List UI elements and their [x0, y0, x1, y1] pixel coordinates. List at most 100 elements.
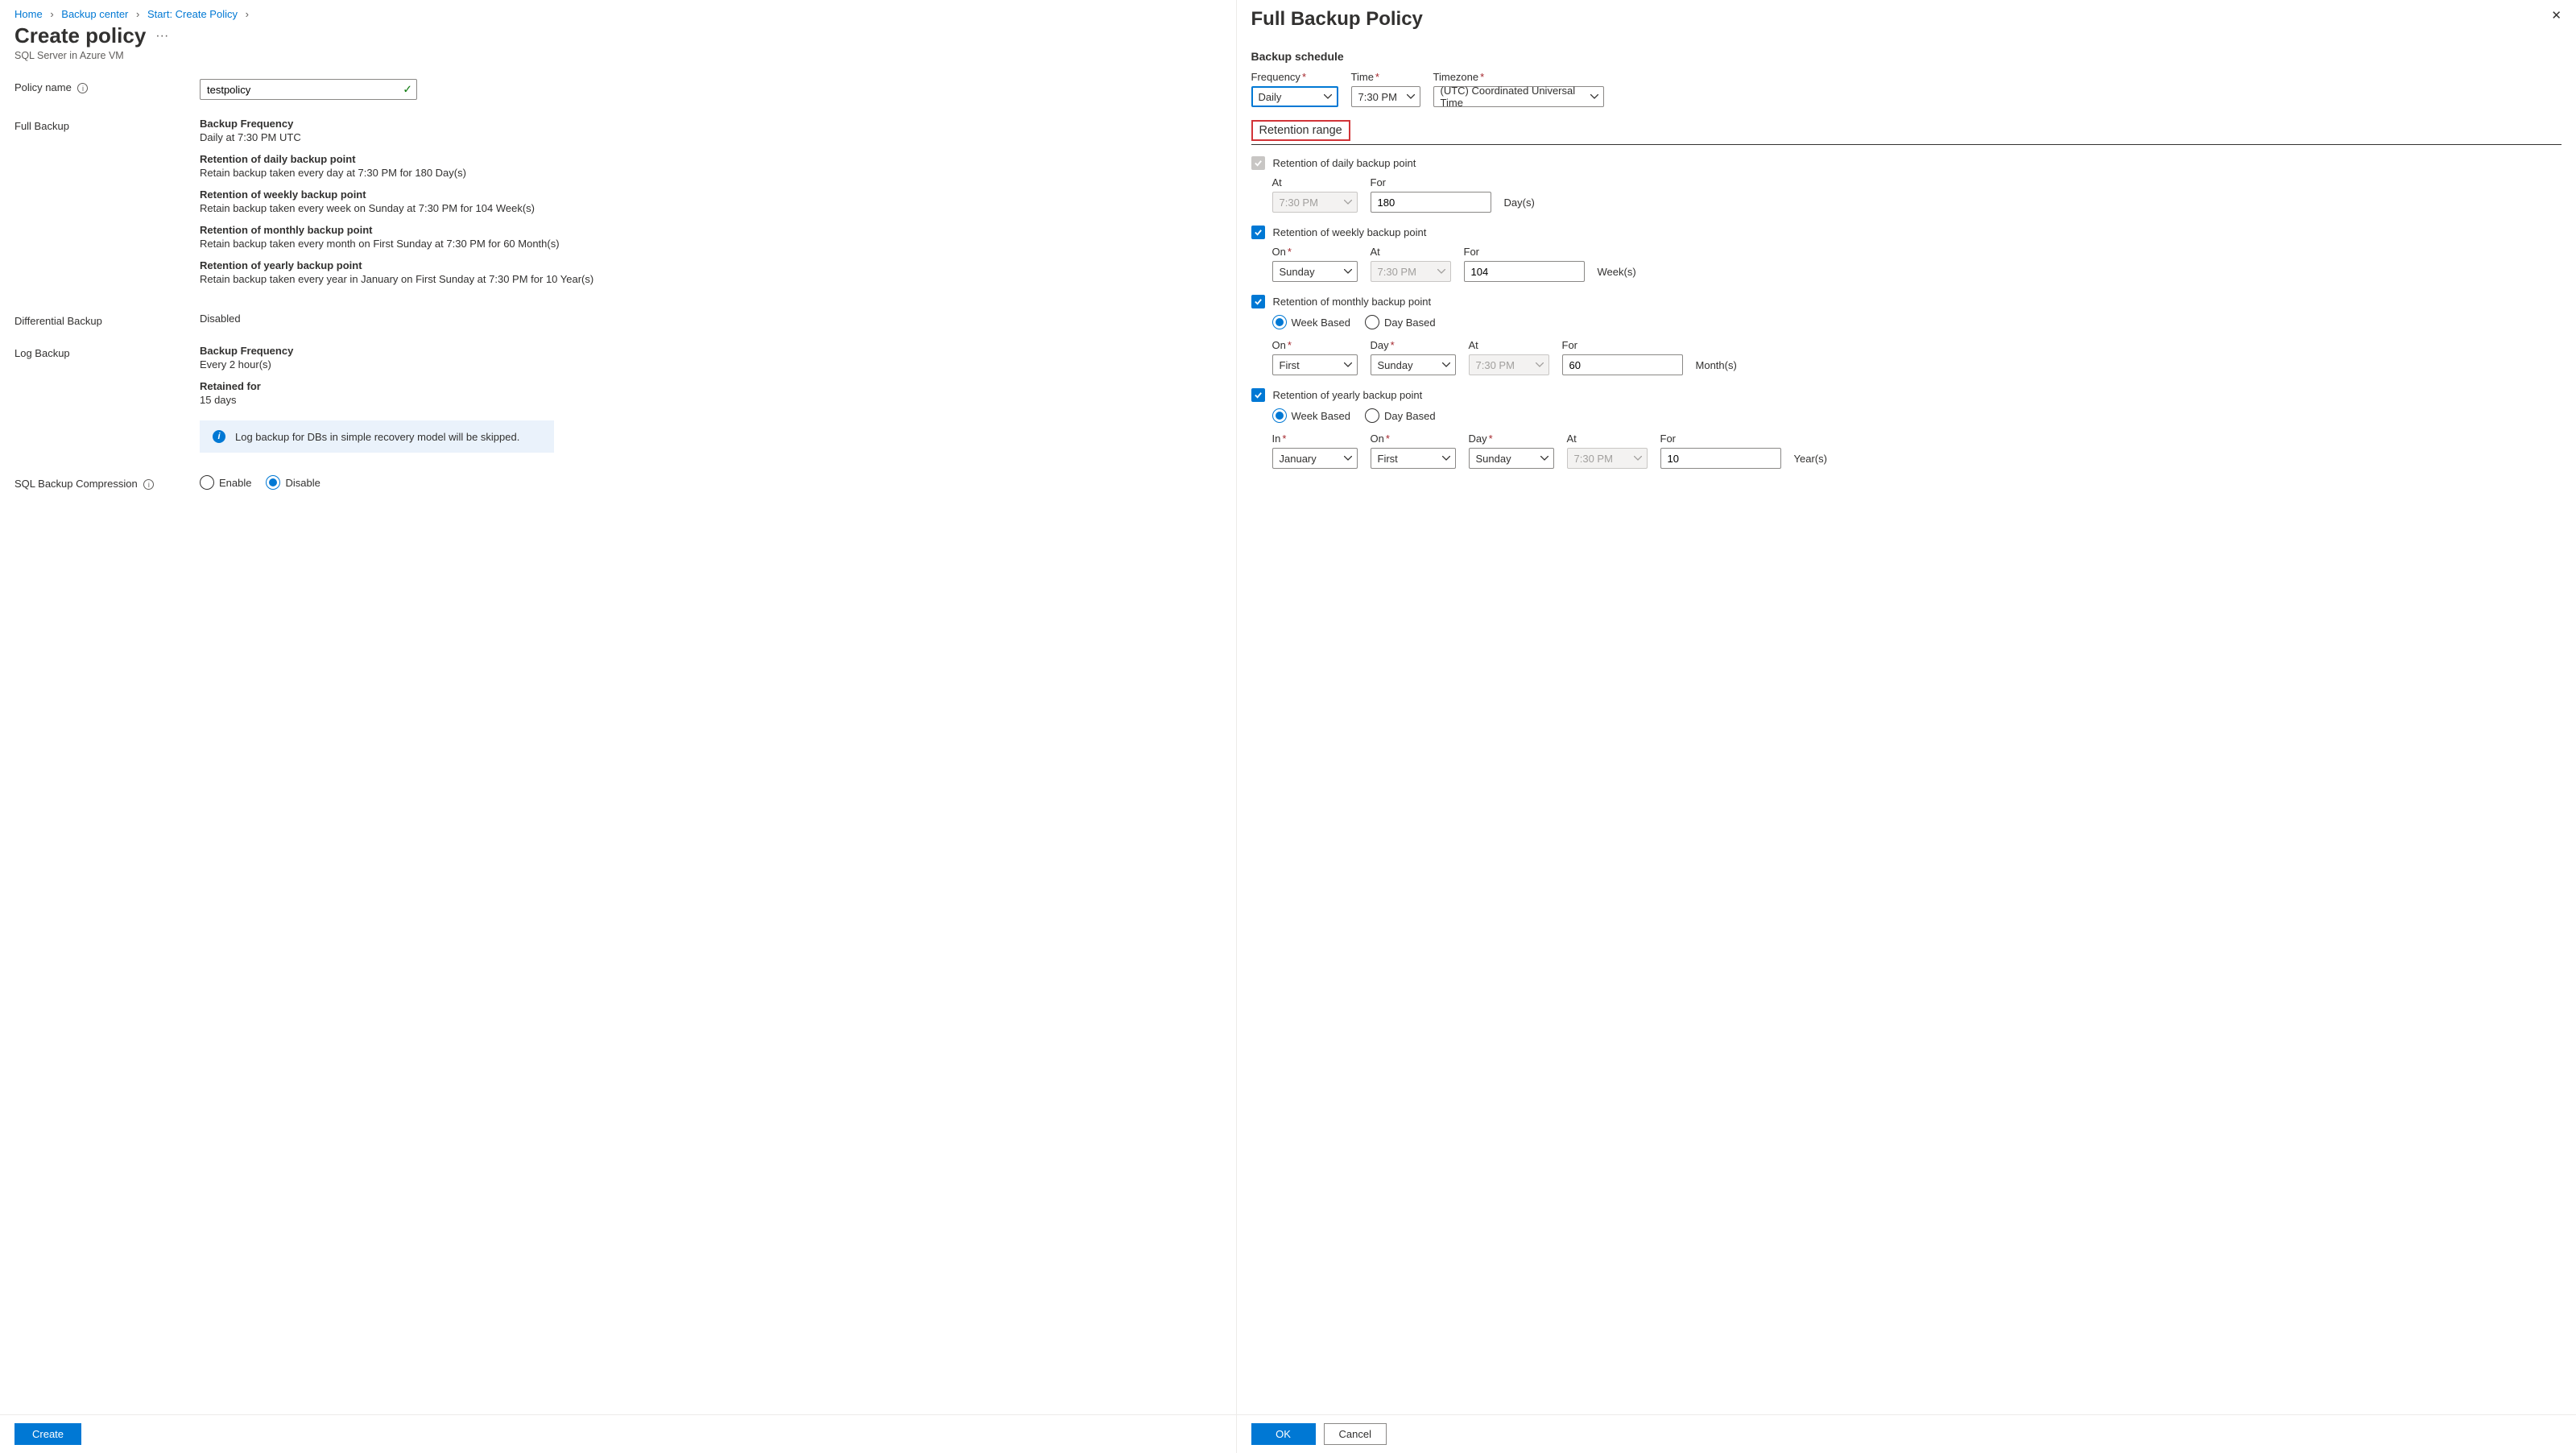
time-label: Time*	[1351, 71, 1420, 83]
chevron-right-icon: ›	[50, 8, 53, 20]
backup-schedule-heading: Backup schedule	[1251, 50, 2562, 63]
timezone-select[interactable]: (UTC) Coordinated Universal Time	[1433, 86, 1604, 107]
weekly-for-label: For	[1464, 246, 1585, 258]
weekly-unit: Week(s)	[1598, 266, 1636, 282]
yearly-retention-label: Retention of yearly backup point	[1273, 389, 1423, 401]
breadcrumb-backup-center[interactable]: Backup center	[61, 8, 128, 20]
check-icon	[1254, 297, 1263, 306]
right-footer: OK Cancel	[1237, 1414, 2576, 1453]
check-icon	[1254, 228, 1263, 237]
monthly-day-select[interactable]: Sunday	[1371, 354, 1456, 375]
yearly-for-input[interactable]	[1660, 448, 1781, 469]
chevron-down-icon	[1344, 362, 1352, 367]
chevron-down-icon	[1344, 200, 1352, 205]
info-banner-text: Log backup for DBs in simple recovery mo…	[235, 431, 519, 443]
differential-backup-value: Disabled	[200, 313, 1222, 325]
weekly-for-input[interactable]	[1464, 261, 1585, 282]
yearly-in-label: In*	[1272, 433, 1358, 445]
yearly-retention-checkbox[interactable]	[1251, 388, 1265, 402]
monthly-unit: Month(s)	[1696, 359, 1737, 375]
daily-retention-checkbox	[1251, 156, 1265, 170]
more-icon[interactable]: ···	[155, 29, 168, 43]
yearly-unit: Year(s)	[1794, 453, 1827, 469]
check-icon	[1254, 391, 1263, 399]
chevron-down-icon	[1540, 456, 1548, 461]
page-title: Create policy	[14, 23, 146, 48]
full-backup-label: Full Backup	[14, 118, 200, 132]
chevron-down-icon	[1324, 94, 1332, 99]
page-subtitle: SQL Server in Azure VM	[0, 48, 1236, 76]
chevron-right-icon: ›	[136, 8, 139, 20]
chevron-down-icon	[1590, 94, 1598, 99]
log-backup-label: Log Backup	[14, 345, 200, 359]
log-retained-value: 15 days	[200, 394, 1222, 406]
create-policy-pane: Home › Backup center › Start: Create Pol…	[0, 0, 1237, 1453]
yearly-on-label: On*	[1371, 433, 1456, 445]
breadcrumb-home[interactable]: Home	[14, 8, 43, 20]
info-icon[interactable]: i	[143, 479, 154, 490]
chevron-down-icon	[1442, 456, 1450, 461]
monthly-day-based-radio[interactable]: Day Based	[1365, 315, 1436, 329]
backup-frequency-value: Daily at 7:30 PM UTC	[200, 131, 1222, 143]
policy-name-input[interactable]	[200, 79, 417, 100]
chevron-down-icon	[1344, 269, 1352, 274]
weekly-at-select: 7:30 PM	[1371, 261, 1451, 282]
yearly-at-label: At	[1567, 433, 1648, 445]
chevron-down-icon	[1407, 94, 1415, 99]
frequency-label: Frequency*	[1251, 71, 1338, 83]
yearly-on-select[interactable]: First	[1371, 448, 1456, 469]
monthly-day-label: Day*	[1371, 339, 1456, 351]
ok-button[interactable]: OK	[1251, 1423, 1316, 1445]
compression-enable-radio[interactable]: Enable	[200, 475, 251, 490]
chevron-down-icon	[1442, 362, 1450, 367]
weekly-on-label: On*	[1272, 246, 1358, 258]
retention-monthly-heading: Retention of monthly backup point	[200, 224, 1222, 236]
time-select[interactable]: 7:30 PM	[1351, 86, 1420, 107]
check-icon	[1254, 159, 1263, 168]
daily-for-input[interactable]	[1371, 192, 1491, 213]
log-retained-heading: Retained for	[200, 380, 1222, 392]
daily-for-label: For	[1371, 176, 1491, 188]
monthly-week-based-radio[interactable]: Week Based	[1272, 315, 1350, 329]
sql-compression-label: SQL Backup Compression i	[14, 475, 200, 490]
retention-daily-heading: Retention of daily backup point	[200, 153, 1222, 165]
daily-unit: Day(s)	[1504, 197, 1535, 213]
retention-monthly-value: Retain backup taken every month on First…	[200, 238, 1222, 250]
close-icon[interactable]: ✕	[2551, 8, 2562, 23]
blade-title: Full Backup Policy	[1251, 8, 1423, 31]
timezone-label: Timezone*	[1433, 71, 1604, 83]
info-icon[interactable]: i	[77, 83, 88, 93]
monthly-on-label: On*	[1272, 339, 1358, 351]
divider	[1251, 144, 2562, 145]
daily-at-label: At	[1272, 176, 1358, 188]
chevron-right-icon: ›	[246, 8, 249, 20]
weekly-on-select[interactable]: Sunday	[1272, 261, 1358, 282]
yearly-day-select[interactable]: Sunday	[1469, 448, 1554, 469]
yearly-for-label: For	[1660, 433, 1781, 445]
compression-disable-radio[interactable]: Disable	[266, 475, 320, 490]
cancel-button[interactable]: Cancel	[1324, 1423, 1387, 1445]
frequency-select[interactable]: Daily	[1251, 86, 1338, 107]
monthly-retention-checkbox[interactable]	[1251, 295, 1265, 308]
retention-weekly-heading: Retention of weekly backup point	[200, 188, 1222, 201]
left-footer: Create	[0, 1414, 1236, 1453]
chevron-down-icon	[1536, 362, 1544, 367]
retention-yearly-value: Retain backup taken every year in Januar…	[200, 273, 1222, 285]
differential-backup-label: Differential Backup	[14, 313, 200, 327]
info-icon: i	[213, 430, 225, 443]
yearly-week-based-radio[interactable]: Week Based	[1272, 408, 1350, 423]
policy-name-label: Policy name i	[14, 79, 200, 93]
breadcrumb-start-create-policy[interactable]: Start: Create Policy	[147, 8, 238, 20]
yearly-day-label: Day*	[1469, 433, 1554, 445]
weekly-retention-checkbox[interactable]	[1251, 226, 1265, 239]
monthly-on-select[interactable]: First	[1272, 354, 1358, 375]
create-button[interactable]: Create	[14, 1423, 81, 1445]
yearly-in-select[interactable]: January	[1272, 448, 1358, 469]
retention-daily-value: Retain backup taken every day at 7:30 PM…	[200, 167, 1222, 179]
daily-at-select: 7:30 PM	[1272, 192, 1358, 213]
yearly-day-based-radio[interactable]: Day Based	[1365, 408, 1436, 423]
retention-yearly-heading: Retention of yearly backup point	[200, 259, 1222, 271]
monthly-retention-label: Retention of monthly backup point	[1273, 296, 1432, 308]
monthly-for-input[interactable]	[1562, 354, 1683, 375]
checkmark-icon: ✓	[403, 83, 412, 97]
